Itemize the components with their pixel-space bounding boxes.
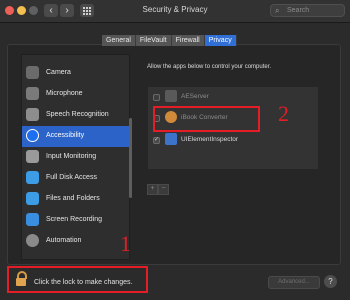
- sidebar-item-label: Automation: [46, 237, 82, 244]
- search-input[interactable]: ⌕ Search: [270, 4, 345, 17]
- sidebar-item-label: Accessibility: [46, 132, 85, 139]
- ui-element-inspector-icon: [165, 133, 177, 145]
- folder-icon: [26, 171, 39, 184]
- sidebar-item-speech-recognition[interactable]: Speech Recognition: [22, 105, 129, 126]
- show-all-grid-icon[interactable]: [80, 4, 94, 17]
- sidebar-item-label: Camera: [46, 69, 71, 76]
- folder-icon: [26, 192, 39, 205]
- sidebar-item-label: Files and Folders: [46, 195, 100, 202]
- sidebar-item-label: Input Monitoring: [46, 153, 97, 160]
- app-name: AEServer: [181, 93, 209, 100]
- sidebar-item-input-monitoring[interactable]: Input Monitoring: [22, 147, 129, 168]
- scrollbar-thumb[interactable]: [129, 118, 132, 198]
- sidebar-scrollbar[interactable]: [129, 58, 132, 254]
- tab-general[interactable]: General: [102, 35, 136, 46]
- annotation-box-lock: [7, 266, 148, 293]
- tab-bar: General FileVault Firewall Privacy: [102, 35, 237, 46]
- advanced-button[interactable]: Advanced...: [268, 276, 320, 289]
- app-checkbox[interactable]: ✓: [153, 137, 160, 144]
- camera-icon: [26, 66, 39, 79]
- close-window-button[interactable]: [5, 6, 14, 15]
- tab-firewall[interactable]: Firewall: [171, 35, 205, 46]
- window: ‹ › Security & Privacy ⌕ Search General …: [0, 0, 350, 300]
- privacy-sidebar: Camera Microphone Speech Recognition Acc…: [21, 54, 130, 260]
- app-name: UIElementInspector: [181, 136, 239, 143]
- description-text: Allow the apps below to control your com…: [147, 64, 272, 70]
- sidebar-item-screen-recording[interactable]: Screen Recording: [22, 210, 129, 231]
- help-button[interactable]: ?: [324, 275, 337, 288]
- list-item[interactable]: ✓ UIElementInspector: [148, 130, 318, 150]
- search-icon: ⌕: [275, 6, 280, 15]
- title-bar: ‹ › Security & Privacy ⌕ Search: [0, 0, 350, 23]
- annotation-number-1: 1: [120, 231, 131, 256]
- list-item[interactable]: AEServer: [148, 87, 318, 107]
- sidebar-item-label: Speech Recognition: [46, 111, 109, 118]
- sidebar-item-accessibility[interactable]: Accessibility: [22, 126, 129, 147]
- keyboard-icon: [26, 150, 39, 163]
- tab-privacy[interactable]: Privacy: [204, 35, 237, 46]
- sidebar-item-files-and-folders[interactable]: Files and Folders: [22, 189, 129, 210]
- sidebar-item-microphone[interactable]: Microphone: [22, 84, 129, 105]
- forward-button[interactable]: ›: [60, 4, 74, 17]
- app-checkbox[interactable]: [153, 94, 160, 101]
- microphone-icon: [26, 87, 39, 100]
- minimize-window-button[interactable]: [17, 6, 26, 15]
- sidebar-item-full-disk-access[interactable]: Full Disk Access: [22, 168, 129, 189]
- annotation-box-ibook-converter: [153, 106, 260, 132]
- annotation-number-2: 2: [278, 101, 289, 126]
- zoom-window-button[interactable]: [29, 6, 38, 15]
- search-placeholder: Search: [287, 7, 310, 14]
- sidebar-item-label: Full Disk Access: [46, 174, 97, 181]
- aeserver-icon: [165, 90, 177, 102]
- sidebar-item-camera[interactable]: Camera: [22, 63, 129, 84]
- tab-filevault[interactable]: FileVault: [135, 35, 172, 46]
- speech-recognition-icon: [26, 108, 39, 121]
- sidebar-item-label: Screen Recording: [46, 216, 103, 223]
- screen-recording-icon: [26, 213, 39, 226]
- back-button[interactable]: ‹: [44, 4, 58, 17]
- add-app-button[interactable]: +: [147, 184, 158, 195]
- accessibility-icon: [26, 129, 39, 142]
- add-remove-controls: + −: [147, 184, 169, 195]
- remove-app-button[interactable]: −: [158, 184, 169, 195]
- gear-icon: [26, 234, 39, 247]
- sidebar-item-automation[interactable]: Automation: [22, 231, 129, 252]
- sidebar-item-label: Microphone: [46, 90, 83, 97]
- window-title: Security & Privacy: [142, 5, 208, 14]
